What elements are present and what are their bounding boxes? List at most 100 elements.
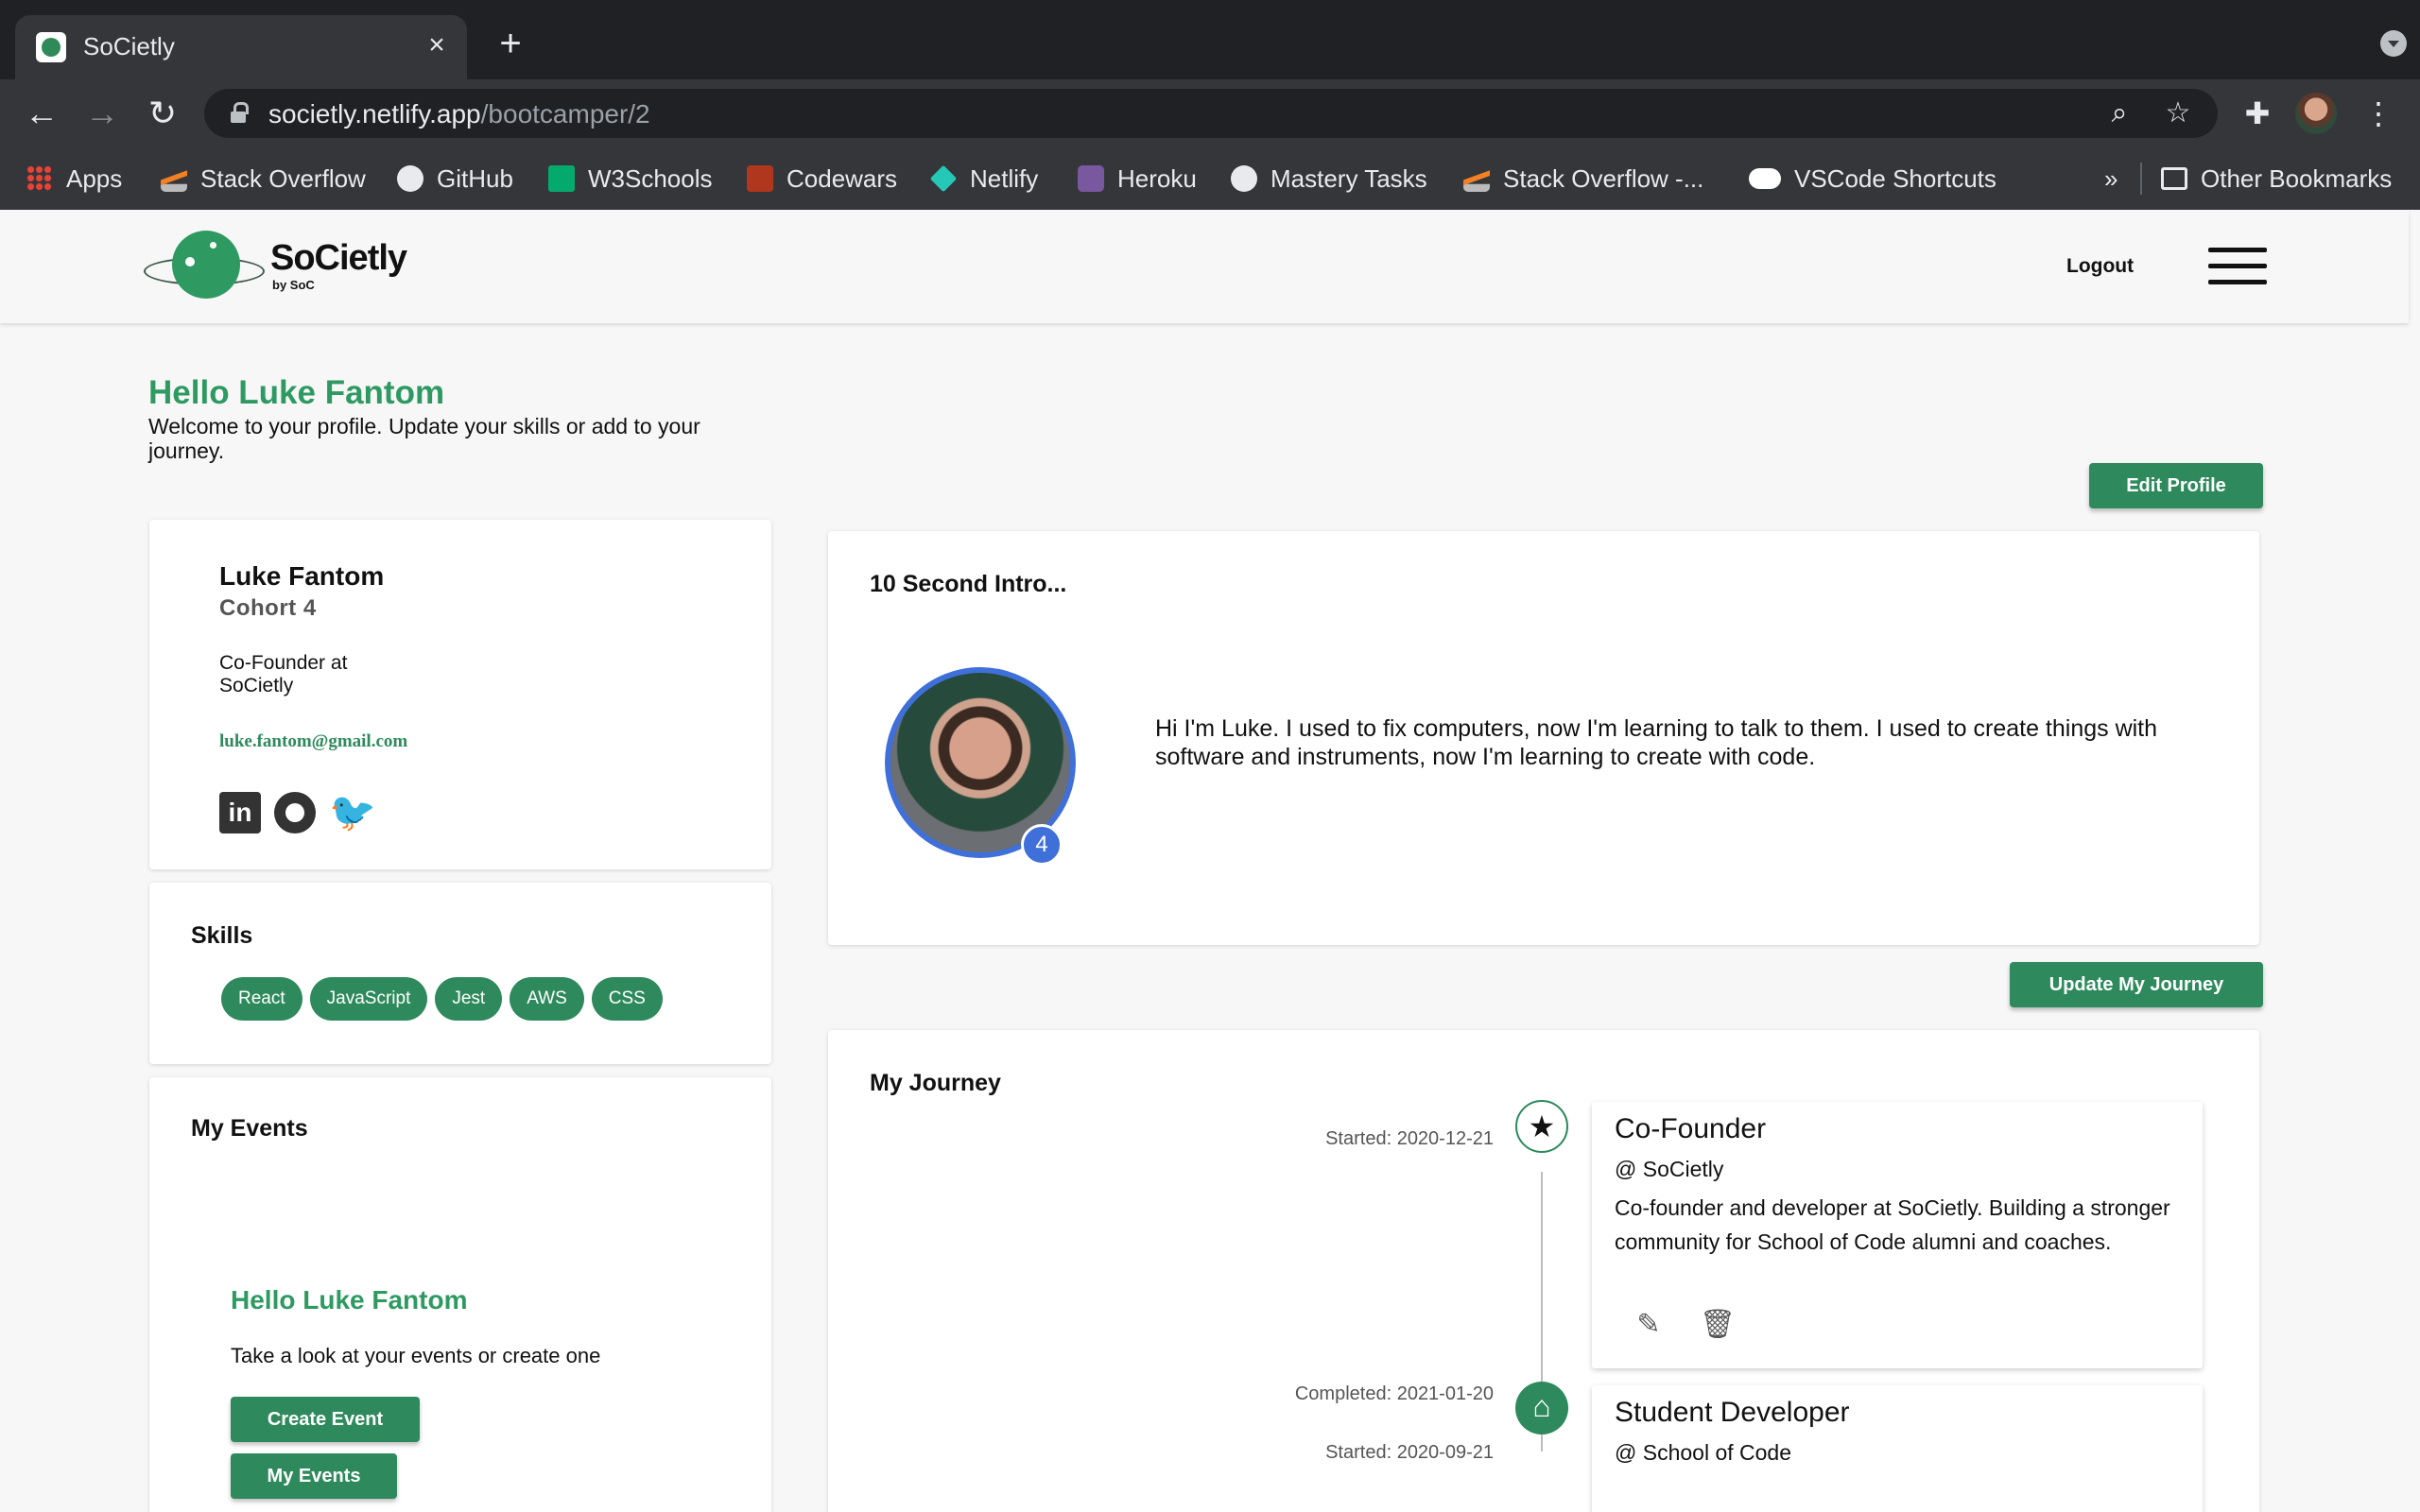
journey-entry-title: Student Developer <box>1615 1397 1850 1428</box>
journey-entry-org: @ School of Code <box>1615 1440 1792 1465</box>
bookmark-label: Mastery Tasks <box>1270 163 1427 193</box>
edit-profile-button[interactable]: Edit Profile <box>2089 463 2263 508</box>
bookmark-label: Codewars <box>786 163 898 193</box>
url-host: societly.netlify.app <box>268 99 481 129</box>
bookmark-apps[interactable]: Apps <box>26 161 122 197</box>
intro-heading: 10 Second Intro... <box>870 571 1067 597</box>
my-events-button[interactable]: My Events <box>231 1453 397 1499</box>
page-viewport: SoCietly by SoC Logout Hello Luke Fantom… <box>0 210 2420 1512</box>
bookmark-github[interactable]: GitHub <box>397 161 513 197</box>
skill-chip[interactable]: AWS <box>510 977 584 1021</box>
profile-name: Luke Fantom <box>219 561 385 591</box>
zoom-icon[interactable]: ⌕ <box>2104 98 2135 129</box>
journey-entry-description: Co-founder and developer at SoCietly. Bu… <box>1615 1195 2170 1254</box>
github-icon <box>1231 165 1257 192</box>
heroku-icon <box>1078 165 1104 192</box>
journey-entry: Co-Founder @ SoCietly Co-founder and dev… <box>1592 1102 2203 1368</box>
skills-heading: Skills <box>191 922 253 949</box>
tab-search-icon[interactable] <box>2380 30 2407 57</box>
forward-arrow-icon[interactable]: → <box>83 94 121 132</box>
create-event-button[interactable]: Create Event <box>231 1397 420 1442</box>
back-arrow-icon[interactable]: ← <box>23 94 60 132</box>
update-journey-button[interactable]: Update My Journey <box>2010 962 2263 1007</box>
profile-card: Luke Fantom Cohort 4 Co-Founder at SoCie… <box>149 520 771 869</box>
reload-icon[interactable]: ↻ <box>144 94 182 132</box>
skill-chip[interactable]: CSS <box>591 977 663 1021</box>
page-title: Hello Luke Fantom <box>148 374 445 411</box>
logout-link[interactable]: Logout <box>2066 255 2134 278</box>
browser-toolbar: ← → ↻ societly.netlify.app/bootcamper/2 … <box>0 79 2420 147</box>
skills-card: Skills React JavaScript Jest AWS CSS <box>149 883 771 1064</box>
twitter-icon[interactable]: 🐦 <box>329 792 376 833</box>
events-subtitle: Take a look at your events or create one <box>231 1344 601 1367</box>
bookmark-w3schools[interactable]: W3Schools <box>548 161 713 197</box>
bookmark-label: Stack Overflow -... <box>1503 163 1704 193</box>
profile-cohort: Cohort 4 <box>219 595 317 621</box>
events-greeting: Hello Luke Fantom <box>231 1285 468 1314</box>
timeline-completed-date: Completed: 2021-01-20 <box>1294 1383 1494 1404</box>
intro-text: Hi I'm Luke. I used to fix computers, no… <box>1155 715 2158 770</box>
bookmark-vscode-shortcuts[interactable]: VSCode Shortcuts <box>1749 161 1996 197</box>
bookmark-star-icon[interactable]: ☆ <box>2163 98 2193 129</box>
browser-tabstrip: SoCietly × + <box>0 0 2420 79</box>
stackoverflow-icon <box>1463 165 1490 192</box>
intro-card: 10 Second Intro... 4 Hi I'm Luke. I used… <box>828 531 2259 945</box>
bookmark-label: GitHub <box>437 163 513 193</box>
linkedin-icon[interactable]: in <box>219 792 261 833</box>
app-header: SoCietly by SoC Logout <box>0 210 2409 323</box>
hamburger-menu-icon[interactable] <box>2208 248 2267 285</box>
skill-chip[interactable]: Jest <box>435 977 503 1021</box>
bookmark-other-bookmarks[interactable]: Other Bookmarks <box>2161 161 2392 197</box>
journey-entry-title: Co-Founder <box>1615 1113 1767 1144</box>
profile-role: Co-Founder at SoCietly <box>219 652 348 696</box>
bookmarks-divider <box>2140 163 2142 195</box>
bookmark-mastery-tasks[interactable]: Mastery Tasks <box>1231 161 1427 197</box>
events-card: My Events Hello Luke Fantom Take a look … <box>149 1077 771 1512</box>
close-tab-icon[interactable]: × <box>420 28 454 62</box>
bookmark-label: Heroku <box>1117 163 1197 193</box>
timeline-started-date: Started: 2020-12-21 <box>1325 1128 1494 1149</box>
bookmarks-bar: Apps Stack Overflow GitHub W3Schools Cod… <box>0 147 2420 210</box>
bookmark-netlify[interactable]: Netlify <box>929 161 1039 197</box>
tab-title: SoCietly <box>83 32 175 60</box>
societly-logo-icon[interactable] <box>144 229 265 304</box>
journey-entry: Student Developer @ School of Code <box>1592 1385 2203 1512</box>
url-text[interactable]: societly.netlify.app/bootcamper/2 <box>268 99 650 129</box>
bookmarks-overflow-chevron[interactable]: » <box>2104 161 2118 197</box>
github-icon[interactable] <box>274 792 316 833</box>
logo-subtext: by SoC <box>272 278 315 292</box>
bookmark-label: Apps <box>66 163 123 193</box>
browser-profile-avatar[interactable] <box>2295 93 2337 134</box>
events-heading: My Events <box>191 1115 308 1142</box>
logo-text[interactable]: SoCietly <box>270 238 407 279</box>
skill-chip[interactable]: React <box>221 977 302 1021</box>
journey-heading: My Journey <box>870 1070 1001 1096</box>
trash-icon[interactable]: 🗑 <box>1700 1308 1736 1342</box>
browser-menu-icon[interactable]: ⋮ <box>2360 94 2397 132</box>
page-subtitle: Welcome to your profile. Update your ski… <box>148 414 700 463</box>
bookmark-codewars[interactable]: Codewars <box>747 161 897 197</box>
bookmark-label: VSCode Shortcuts <box>1794 163 1996 193</box>
bookmark-stackoverflow[interactable]: Stack Overflow <box>161 161 366 197</box>
address-bar[interactable]: societly.netlify.app/bootcamper/2 ⌕ ☆ <box>204 89 2218 138</box>
journey-entry-org: @ SoCietly <box>1615 1157 1724 1181</box>
folder-icon <box>2161 167 2187 190</box>
profile-email[interactable]: luke.fantom@gmail.com <box>219 731 407 752</box>
stackoverflow-icon <box>161 165 187 192</box>
w3schools-icon <box>548 165 575 192</box>
logo-planet <box>172 231 240 299</box>
bookmark-stackoverflow-2[interactable]: Stack Overflow -... <box>1463 161 1703 197</box>
societly-favicon-icon <box>36 32 66 62</box>
bookmark-label: Other Bookmarks <box>2201 163 2393 193</box>
new-tab-icon[interactable]: + <box>492 25 529 62</box>
browser-tab[interactable]: SoCietly × <box>15 15 467 79</box>
bookmark-label: Netlify <box>970 163 1039 193</box>
github-icon <box>397 165 424 192</box>
pencil-edit-icon[interactable]: ✎ <box>1632 1308 1666 1342</box>
bookmark-heroku[interactable]: Heroku <box>1078 161 1197 197</box>
skills-list: React JavaScript Jest AWS CSS <box>221 977 663 1021</box>
extensions-puzzle-icon[interactable]: ✚ <box>2238 94 2276 132</box>
skill-chip[interactable]: JavaScript <box>309 977 428 1021</box>
url-path: /bootcamper/2 <box>480 99 650 129</box>
apps-grid-icon <box>26 165 53 192</box>
